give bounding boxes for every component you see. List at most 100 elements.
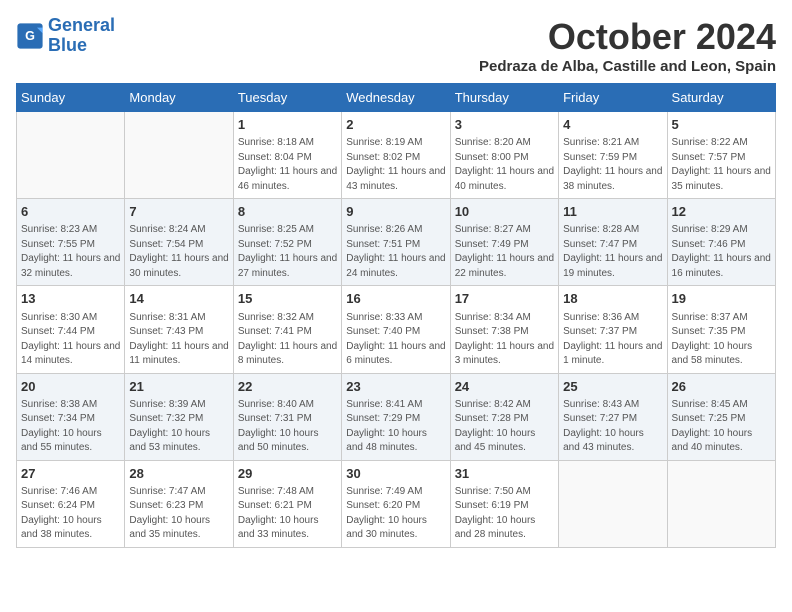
calendar-cell: 27 Sunrise: 7:46 AM Sunset: 6:24 PM Dayli… bbox=[17, 460, 125, 547]
calendar-cell: 12 Sunrise: 8:29 AM Sunset: 7:46 PM Dayli… bbox=[667, 199, 775, 286]
day-number: 28 bbox=[129, 465, 228, 483]
weekday-header-tuesday: Tuesday bbox=[233, 84, 341, 112]
day-info: Sunrise: 8:36 AM Sunset: 7:37 PM Dayligh… bbox=[563, 311, 662, 369]
day-number: 21 bbox=[129, 378, 228, 396]
calendar-cell: 31Sunrise: 7:50 AM Sunset: 6:19 PM Dayli… bbox=[450, 460, 558, 547]
day-number: 14 bbox=[129, 290, 228, 308]
calendar-cell: 3Sunrise: 8:20 AM Sunset: 8:00 PM Daylig… bbox=[450, 112, 558, 199]
day-info: Sunrise: 8:38 AM Sunset: 7:34 PM Dayligh… bbox=[21, 398, 120, 456]
day-info: Sunrise: 8:41 AM Sunset: 7:29 PM Dayligh… bbox=[346, 398, 445, 456]
day-number: 15 bbox=[238, 290, 337, 308]
calendar-cell: 26 Sunrise: 8:45 AM Sunset: 7:25 PM Dayli… bbox=[667, 373, 775, 460]
calendar-week-row: 20 Sunrise: 8:38 AM Sunset: 7:34 PM Dayli… bbox=[17, 373, 776, 460]
calendar-cell: 4 Sunrise: 8:21 AM Sunset: 7:59 PM Daylig… bbox=[559, 112, 667, 199]
calendar-cell: 14 Sunrise: 8:31 AM Sunset: 7:43 PM Dayli… bbox=[125, 286, 233, 373]
day-info: Sunrise: 8:19 AM Sunset: 8:02 PM Dayligh… bbox=[346, 136, 445, 194]
day-number: 11 bbox=[563, 203, 662, 221]
calendar-cell: 5 Sunrise: 8:22 AM Sunset: 7:57 PM Daylig… bbox=[667, 112, 775, 199]
day-number: 10 bbox=[455, 203, 554, 221]
calendar-cell: 9Sunrise: 8:26 AM Sunset: 7:51 PM Daylig… bbox=[342, 199, 450, 286]
calendar-cell: 29 Sunrise: 7:48 AM Sunset: 6:21 PM Dayli… bbox=[233, 460, 341, 547]
svg-text:G: G bbox=[25, 29, 35, 43]
calendar-cell: 30 Sunrise: 7:49 AM Sunset: 6:20 PM Dayli… bbox=[342, 460, 450, 547]
page-header: G GeneralBlue October 2024 Pedraza de Al… bbox=[16, 16, 776, 75]
day-number: 19 bbox=[672, 290, 771, 308]
calendar-cell: 20 Sunrise: 8:38 AM Sunset: 7:34 PM Dayli… bbox=[17, 373, 125, 460]
calendar-cell: 16 Sunrise: 8:33 AM Sunset: 7:40 PM Dayli… bbox=[342, 286, 450, 373]
calendar-week-row: 27 Sunrise: 7:46 AM Sunset: 6:24 PM Dayli… bbox=[17, 460, 776, 547]
calendar-cell bbox=[125, 112, 233, 199]
day-info: Sunrise: 8:31 AM Sunset: 7:43 PM Dayligh… bbox=[129, 311, 228, 369]
day-info: Sunrise: 8:30 AM Sunset: 7:44 PM Dayligh… bbox=[21, 311, 120, 369]
day-number: 8 bbox=[238, 203, 337, 221]
calendar-cell: 1 Sunrise: 8:18 AM Sunset: 8:04 PM Daylig… bbox=[233, 112, 341, 199]
calendar-table: SundayMondayTuesdayWednesdayThursdayFrid… bbox=[16, 83, 776, 548]
day-number: 2 bbox=[346, 116, 445, 134]
day-info: Sunrise: 8:28 AM Sunset: 7:47 PM Dayligh… bbox=[563, 223, 662, 281]
day-number: 30 bbox=[346, 465, 445, 483]
weekday-header-sunday: Sunday bbox=[17, 84, 125, 112]
day-number: 25 bbox=[563, 378, 662, 396]
day-info: Sunrise: 8:45 AM Sunset: 7:25 PM Dayligh… bbox=[672, 398, 771, 456]
day-info: Sunrise: 8:22 AM Sunset: 7:57 PM Dayligh… bbox=[672, 136, 771, 194]
calendar-week-row: 13 Sunrise: 8:30 AM Sunset: 7:44 PM Dayli… bbox=[17, 286, 776, 373]
calendar-cell bbox=[559, 460, 667, 547]
calendar-cell: 25Sunrise: 8:43 AM Sunset: 7:27 PM Dayli… bbox=[559, 373, 667, 460]
calendar-week-row: 1 Sunrise: 8:18 AM Sunset: 8:04 PM Daylig… bbox=[17, 112, 776, 199]
day-info: Sunrise: 8:33 AM Sunset: 7:40 PM Dayligh… bbox=[346, 311, 445, 369]
calendar-cell bbox=[17, 112, 125, 199]
calendar-cell: 24 Sunrise: 8:42 AM Sunset: 7:28 PM Dayli… bbox=[450, 373, 558, 460]
calendar-cell: 21Sunrise: 8:39 AM Sunset: 7:32 PM Dayli… bbox=[125, 373, 233, 460]
day-number: 29 bbox=[238, 465, 337, 483]
calendar-cell bbox=[667, 460, 775, 547]
day-number: 1 bbox=[238, 116, 337, 134]
day-number: 27 bbox=[21, 465, 120, 483]
calendar-cell: 15 Sunrise: 8:32 AM Sunset: 7:41 PM Dayli… bbox=[233, 286, 341, 373]
day-number: 12 bbox=[672, 203, 771, 221]
title-block: October 2024 Pedraza de Alba, Castille a… bbox=[479, 16, 776, 75]
day-info: Sunrise: 8:29 AM Sunset: 7:46 PM Dayligh… bbox=[672, 223, 771, 281]
day-info: Sunrise: 8:37 AM Sunset: 7:35 PM Dayligh… bbox=[672, 311, 771, 369]
weekday-header-thursday: Thursday bbox=[450, 84, 558, 112]
day-number: 6 bbox=[21, 203, 120, 221]
day-number: 26 bbox=[672, 378, 771, 396]
calendar-header-row: SundayMondayTuesdayWednesdayThursdayFrid… bbox=[17, 84, 776, 112]
day-info: Sunrise: 7:49 AM Sunset: 6:20 PM Dayligh… bbox=[346, 485, 445, 543]
day-info: Sunrise: 8:18 AM Sunset: 8:04 PM Dayligh… bbox=[238, 136, 337, 194]
calendar-cell: 19 Sunrise: 8:37 AM Sunset: 7:35 PM Dayli… bbox=[667, 286, 775, 373]
day-number: 20 bbox=[21, 378, 120, 396]
day-number: 5 bbox=[672, 116, 771, 134]
calendar-cell: 23Sunrise: 8:41 AM Sunset: 7:29 PM Dayli… bbox=[342, 373, 450, 460]
calendar-cell: 6 Sunrise: 8:23 AM Sunset: 7:55 PM Daylig… bbox=[17, 199, 125, 286]
location-subtitle: Pedraza de Alba, Castille and Leon, Spai… bbox=[479, 58, 776, 75]
day-info: Sunrise: 8:32 AM Sunset: 7:41 PM Dayligh… bbox=[238, 311, 337, 369]
day-number: 24 bbox=[455, 378, 554, 396]
calendar-cell: 8Sunrise: 8:25 AM Sunset: 7:52 PM Daylig… bbox=[233, 199, 341, 286]
day-info: Sunrise: 8:26 AM Sunset: 7:51 PM Dayligh… bbox=[346, 223, 445, 281]
day-number: 3 bbox=[455, 116, 554, 134]
weekday-header-wednesday: Wednesday bbox=[342, 84, 450, 112]
day-info: Sunrise: 7:48 AM Sunset: 6:21 PM Dayligh… bbox=[238, 485, 337, 543]
calendar-cell: 2 Sunrise: 8:19 AM Sunset: 8:02 PM Daylig… bbox=[342, 112, 450, 199]
logo-icon: G bbox=[16, 22, 44, 50]
calendar-cell: 17Sunrise: 8:34 AM Sunset: 7:38 PM Dayli… bbox=[450, 286, 558, 373]
day-number: 22 bbox=[238, 378, 337, 396]
day-info: Sunrise: 8:40 AM Sunset: 7:31 PM Dayligh… bbox=[238, 398, 337, 456]
weekday-header-saturday: Saturday bbox=[667, 84, 775, 112]
calendar-cell: 11 Sunrise: 8:28 AM Sunset: 7:47 PM Dayli… bbox=[559, 199, 667, 286]
day-number: 16 bbox=[346, 290, 445, 308]
day-info: Sunrise: 8:21 AM Sunset: 7:59 PM Dayligh… bbox=[563, 136, 662, 194]
day-info: Sunrise: 8:23 AM Sunset: 7:55 PM Dayligh… bbox=[21, 223, 120, 281]
calendar-cell: 22 Sunrise: 8:40 AM Sunset: 7:31 PM Dayli… bbox=[233, 373, 341, 460]
weekday-header-friday: Friday bbox=[559, 84, 667, 112]
calendar-week-row: 6 Sunrise: 8:23 AM Sunset: 7:55 PM Daylig… bbox=[17, 199, 776, 286]
day-number: 18 bbox=[563, 290, 662, 308]
day-number: 13 bbox=[21, 290, 120, 308]
month-title: October 2024 bbox=[479, 16, 776, 58]
calendar-cell: 28Sunrise: 7:47 AM Sunset: 6:23 PM Dayli… bbox=[125, 460, 233, 547]
day-info: Sunrise: 7:50 AM Sunset: 6:19 PM Dayligh… bbox=[455, 485, 554, 543]
day-info: Sunrise: 8:42 AM Sunset: 7:28 PM Dayligh… bbox=[455, 398, 554, 456]
calendar-cell: 18 Sunrise: 8:36 AM Sunset: 7:37 PM Dayli… bbox=[559, 286, 667, 373]
day-info: Sunrise: 7:46 AM Sunset: 6:24 PM Dayligh… bbox=[21, 485, 120, 543]
day-number: 4 bbox=[563, 116, 662, 134]
